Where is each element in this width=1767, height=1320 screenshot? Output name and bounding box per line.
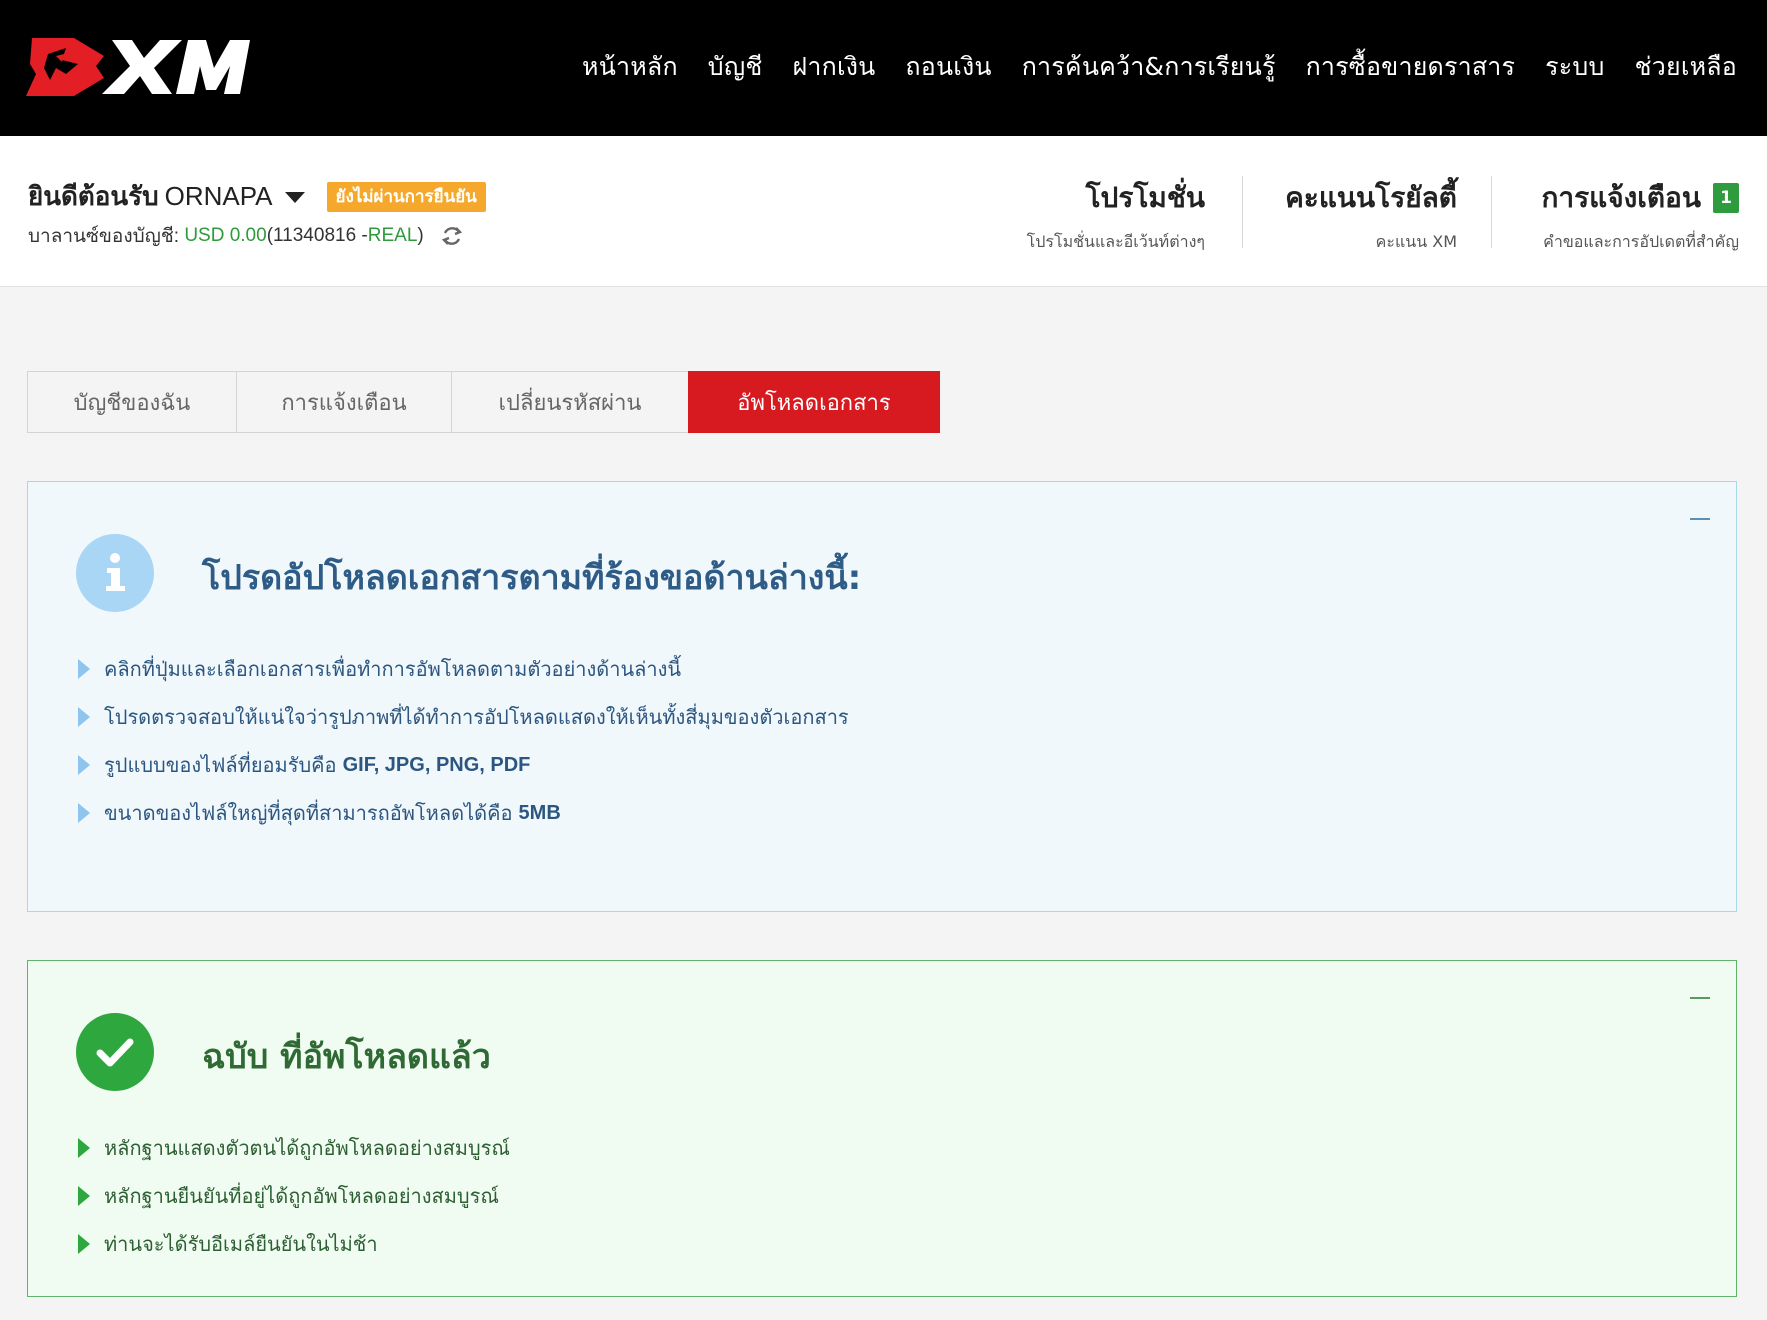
uploaded-status-list: หลักฐานแสดงตัวตนได้ถูกอัพโหลดอย่างสมบูรณ… [78,1124,510,1268]
panel-title: โปรดอัปโหลดเอกสารตามที่ร้องขอด้านล่างนี้… [202,558,862,598]
notifications-title: การแจ้งเตือน [1541,181,1701,214]
bullet-arrow-icon [78,1186,90,1206]
account-balance: บาลานซ์ของบัญชี: USD 0.00 (11340816 - RE… [28,221,464,251]
list-item: หลักฐานแสดงตัวตนได้ถูกอัพโหลดอย่างสมบูรณ… [78,1124,510,1172]
list-item-text: ขนาดของไฟล์ใหญ่ที่สุดที่สามารถอัพโหลดได้… [104,801,513,825]
account-close: ) [417,225,424,246]
account-tabs: บัญชีของฉัน การแจ้งเตือน เปลี่ยนรหัสผ่าน… [27,371,940,433]
divider [1242,176,1243,248]
instructions-list: คลิกที่ปุ่มและเลือกเอกสารเพื่อทำการอัพโห… [78,645,849,837]
quick-link-title: คะแนนโรยัลตี้ [1285,181,1457,214]
list-item-text: คลิกที่ปุ่มและเลือกเอกสารเพื่อทำการอัพโห… [104,657,682,681]
list-item: รูปแบบของไฟล์ที่ยอมรับคือ GIF, JPG, PNG, … [78,741,849,789]
accepted-formats: GIF, JPG, PNG, PDF [342,753,531,776]
welcome-bar: ยินดีต้อนรับ ORNAPA ยังไม่ผ่านการยืนยัน … [0,136,1767,287]
caret-down-icon[interactable] [284,192,305,203]
main-nav: หน้าหลัก บัญชี ฝากเงิน ถอนเงิน การค้นคว้… [582,42,1737,92]
notification-count-badge: 1 [1713,183,1739,213]
uploaded-documents-panel: ฉบับ ที่อัพโหลดแล้ว หลักฐานแสดงตัวตนได้ถ… [27,960,1737,1297]
panel-title: ฉบับ ที่อัพโหลดแล้ว [202,1037,491,1077]
bullet-arrow-icon [78,659,90,679]
tab-notifications[interactable]: การแจ้งเตือน [236,371,452,433]
user-menu-toggle[interactable]: ยินดีต้อนรับ ORNAPA ยังไม่ผ่านการยืนยัน [28,176,486,217]
balance-label: บาลานซ์ของบัญชี: [28,226,180,247]
user-name: ORNAPA [164,181,273,211]
list-item: ขนาดของไฟล์ใหญ่ที่สุดที่สามารถอัพโหลดได้… [78,789,849,837]
collapse-icon[interactable] [1690,997,1710,999]
info-icon [76,534,154,612]
check-icon [76,1013,154,1091]
list-item: ท่านจะได้รับอีเมล์ยืนยันในไม่ช้า [78,1220,510,1268]
verification-status-badge: ยังไม่ผ่านการยืนยัน [326,181,486,212]
quick-link-subtitle: คะแนน XM [1375,232,1457,251]
nav-support[interactable]: ช่วยเหลือ [1635,47,1737,87]
list-item-text: ท่านจะได้รับอีเมล์ยืนยันในไม่ช้า [104,1232,378,1256]
list-item-text: หลักฐานยืนยันที่อยู่ได้ถูกอัพโหลดอย่างสม… [104,1184,499,1208]
quick-link-loyalty[interactable]: คะแนนโรยัลตี้ คะแนน XM [1285,176,1457,251]
nav-home[interactable]: หน้าหลัก [582,47,678,87]
upload-instructions-panel: โปรดอัปโหลดเอกสารตามที่ร้องขอด้านล่างนี้… [27,481,1737,912]
list-item: โปรดตรวจสอบให้แน่ใจว่ารูปภาพที่ได้ทำการอ… [78,693,849,741]
list-item-text: หลักฐานแสดงตัวตนได้ถูกอัพโหลดอย่างสมบูรณ… [104,1136,510,1160]
nav-accounts[interactable]: บัญชี [708,47,763,87]
tab-change-password[interactable]: เปลี่ยนรหัสผ่าน [451,371,689,433]
account-type: REAL [367,225,418,246]
bullet-arrow-icon [78,707,90,727]
xm-logo[interactable] [26,34,251,100]
bullet-arrow-icon [78,803,90,823]
bullet-arrow-icon [78,1138,90,1158]
list-item: คลิกที่ปุ่มและเลือกเอกสารเพื่อทำการอัพโห… [78,645,849,693]
quick-link-title: การแจ้งเตือน 1 [1541,176,1739,220]
nav-platforms[interactable]: ระบบ [1545,47,1604,87]
collapse-icon[interactable] [1690,518,1710,520]
max-file-size: 5MB [518,801,561,824]
tab-upload-documents[interactable]: อัพโหลดเอกสาร [688,371,940,433]
balance-value: USD 0.00 [184,225,267,246]
refresh-icon[interactable] [440,224,464,248]
top-navigation-bar: หน้าหลัก บัญชี ฝากเงิน ถอนเงิน การค้นคว้… [0,0,1767,136]
tab-my-accounts[interactable]: บัญชีของฉัน [27,371,237,433]
bullet-arrow-icon [78,1234,90,1254]
quick-link-promotions[interactable]: โปรโมชั่น โปรโมชั่นและอีเว้นท์ต่างๆ [1027,176,1206,251]
account-number: (11340816 - [266,225,368,246]
greeting-text: ยินดีต้อนรับ [28,182,159,212]
nav-trading[interactable]: การซื้อขายดราสาร [1306,47,1516,87]
quick-link-subtitle: โปรโมชั่นและอีเว้นท์ต่างๆ [1026,232,1205,251]
list-item-text: รูปแบบของไฟล์ที่ยอมรับคือ [104,753,337,777]
bullet-arrow-icon [78,755,90,775]
list-item: หลักฐานยืนยันที่อยู่ได้ถูกอัพโหลดอย่างสม… [78,1172,510,1220]
nav-deposit[interactable]: ฝากเงิน [793,47,876,87]
quick-link-subtitle: คำขอและการอัปเดตที่สำคัญ [1543,232,1739,251]
divider [1491,176,1492,248]
nav-withdraw[interactable]: ถอนเงิน [905,47,991,87]
quick-link-notifications[interactable]: การแจ้งเตือน 1 คำขอและการอัปเดตที่สำคัญ [1541,176,1739,251]
list-item-text: โปรดตรวจสอบให้แน่ใจว่ารูปภาพที่ได้ทำการอ… [104,705,849,729]
nav-research-education[interactable]: การค้นคว้า&การเรียนรู้ [1022,47,1276,87]
quick-link-title: โปรโมชั่น [1085,181,1206,214]
